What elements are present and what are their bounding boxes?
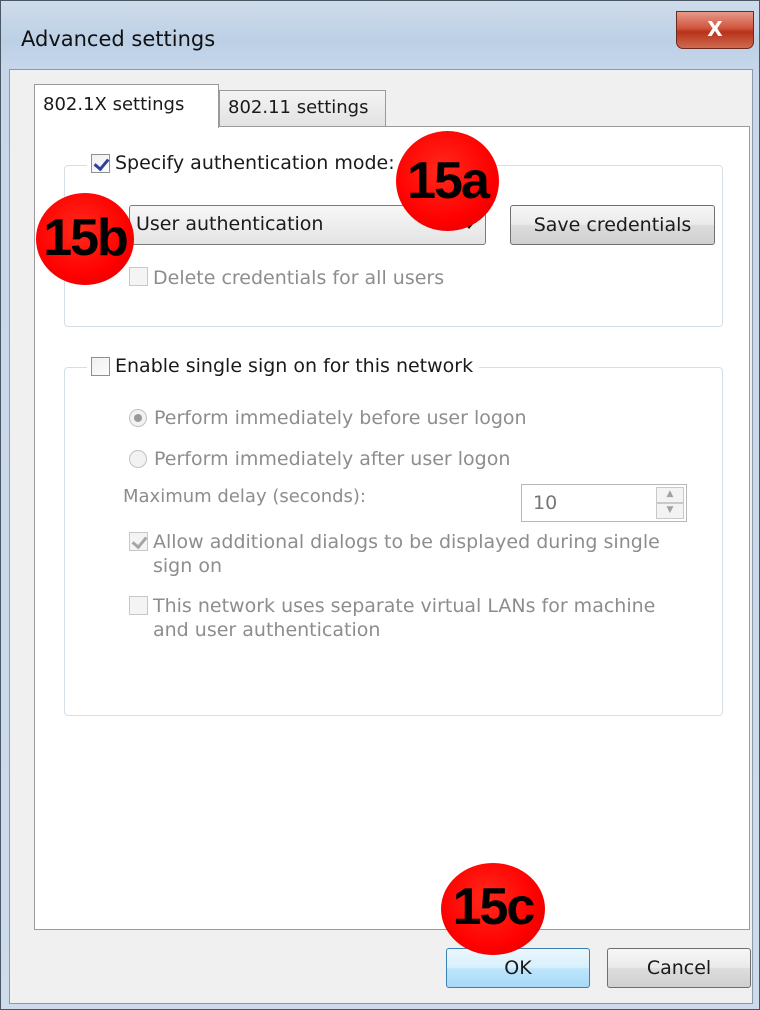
delete-credentials-row: Delete credentials for all users [129,267,444,289]
max-delay-value: 10 [533,492,558,514]
separate-vlans-checkbox[interactable] [129,596,148,615]
specify-auth-mode-legend: Specify authentication mode: [87,152,401,174]
delete-credentials-checkbox[interactable] [129,267,148,286]
separate-vlans-label-line2: and user authentication [153,619,381,641]
max-delay-label: Maximum delay (seconds): [123,486,366,507]
spin-down-icon[interactable]: ▼ [656,503,684,519]
max-delay-spinner[interactable]: 10 ▲ ▼ [521,484,687,522]
annotation-badge-15a: 15a [396,131,499,231]
ok-button[interactable]: OK [446,948,590,988]
radio-before-logon-row: Perform immediately before user logon [129,407,527,429]
tab-802-11-settings[interactable]: 802.11 settings [219,90,386,126]
cancel-button[interactable]: Cancel [607,948,751,988]
advanced-settings-dialog: Advanced settings X 802.1X settings 802.… [0,0,760,1010]
specify-auth-mode-checkbox[interactable] [91,153,110,173]
enable-sso-label[interactable]: Enable single sign on for this network [115,355,473,377]
separate-vlans-label-line1: This network uses separate virtual LANs … [153,595,656,617]
enable-sso-checkbox[interactable] [91,356,110,376]
radio-after-logon-label: Perform immediately after user logon [154,448,511,470]
allow-dialogs-checkbox[interactable] [129,532,148,551]
separate-vlans-row: This network uses separate virtual LANs … [129,594,655,642]
specify-auth-mode-label[interactable]: Specify authentication mode: [115,152,395,174]
tab-page-802-1x: Specify authentication mode: User authen… [34,126,750,930]
delete-credentials-label: Delete credentials for all users [153,267,445,289]
annotation-badge-15b: 15b [36,193,134,285]
spin-up-icon[interactable]: ▲ [656,487,684,503]
allow-dialogs-label-line1: Allow additional dialogs to be displayed… [153,531,660,553]
window-title: Advanced settings [21,27,216,51]
authentication-mode-group [64,165,723,327]
radio-after-logon-row: Perform immediately after user logon [129,448,510,470]
auth-mode-selected-value: User authentication [136,213,324,235]
radio-after-logon[interactable] [129,450,147,468]
annotation-badge-15c: 15c [441,863,545,955]
allow-dialogs-label-line2: sign on [153,555,222,577]
allow-dialogs-row: Allow additional dialogs to be displayed… [129,530,660,578]
radio-before-logon[interactable] [129,409,147,427]
close-button[interactable]: X [676,11,754,49]
save-credentials-button[interactable]: Save credentials [510,205,715,245]
radio-before-logon-label: Perform immediately before user logon [154,407,527,429]
enable-sso-legend: Enable single sign on for this network [87,355,480,377]
tab-802-1x-settings[interactable]: 802.1X settings [34,84,219,128]
